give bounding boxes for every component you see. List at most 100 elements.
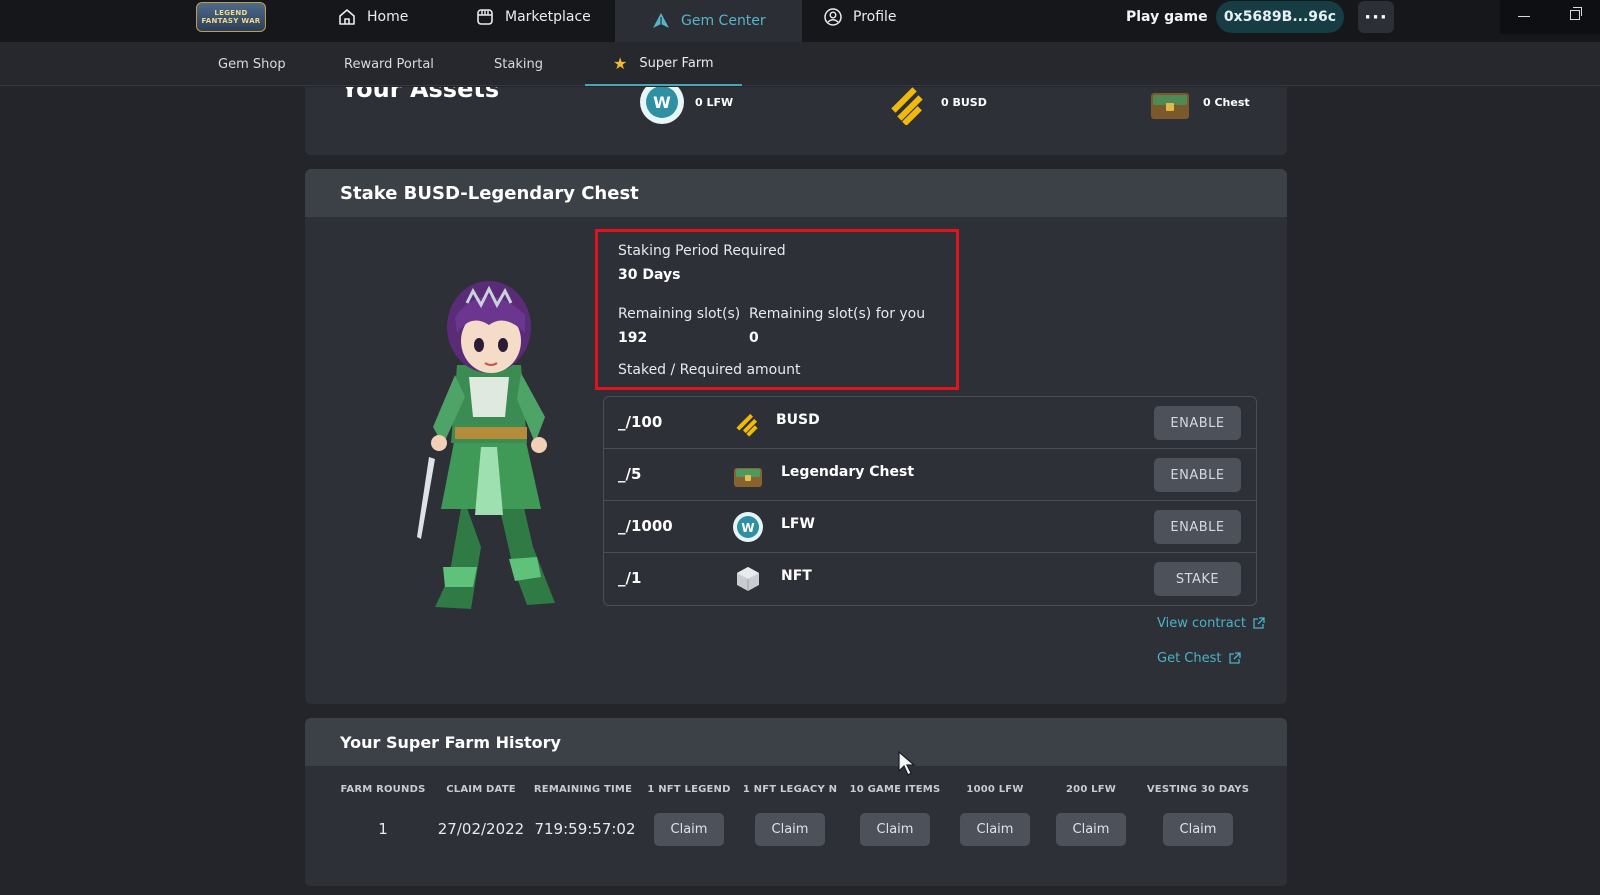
- claim-1-nft-legacy-button[interactable]: Claim: [755, 813, 825, 846]
- legendary-chest-icon: [734, 468, 762, 487]
- claim-1-nft-legend-button[interactable]: Claim: [654, 813, 724, 846]
- external-link-icon: [1253, 617, 1265, 629]
- legendary-chest-token-label: Legendary Chest: [781, 464, 915, 480]
- get-chest-link[interactable]: Get Chest: [1157, 651, 1241, 666]
- hero-character-illustration: [417, 281, 555, 609]
- play-game-link[interactable]: Play game: [1126, 9, 1208, 25]
- get-chest-label: Get Chest: [1157, 651, 1222, 666]
- tab-super-farm-label: Super Farm: [639, 55, 714, 71]
- stake-nft-button[interactable]: STAKE: [1154, 562, 1241, 596]
- nft-token-label: NFT: [781, 568, 812, 584]
- stake-row-lfw: _/1000 W LFW ENABLE: [604, 501, 1256, 553]
- history-remaining-time: 719:59:57:02: [534, 820, 636, 838]
- enable-lfw-button[interactable]: ENABLE: [1154, 510, 1241, 544]
- lfw-amount: _/1000: [618, 517, 673, 535]
- history-claim-date: 27/02/2022: [437, 820, 525, 838]
- profile-icon: [824, 8, 842, 26]
- restore-window-icon[interactable]: [1570, 7, 1582, 20]
- asset-chest: 0 Chest: [1147, 87, 1250, 125]
- nft-amount: _/1: [618, 569, 642, 587]
- staking-info-highlight: Staking Period Required 30 Days Remainin…: [595, 229, 959, 390]
- tab-staking[interactable]: Staking: [494, 42, 543, 86]
- col-10-game-items: 10 GAME ITEMS: [849, 784, 941, 795]
- remaining-slots-you-value: 0: [749, 330, 759, 346]
- col-farm-rounds: FARM ROUNDS: [340, 784, 426, 795]
- nav-profile[interactable]: Profile: [823, 0, 897, 34]
- nav-gem-center-label: Gem Center: [681, 13, 766, 29]
- home-icon: [339, 9, 355, 25]
- game-logo[interactable]: LEGEND FANTASY WAR: [196, 2, 266, 32]
- staked-required-label: Staked / Required amount: [618, 362, 801, 378]
- col-1000-lfw: 1000 LFW: [966, 784, 1024, 795]
- asset-lfw: W 0 LFW: [639, 87, 733, 125]
- col-1-nft-legacy: 1 NFT LEGACY N: [742, 784, 838, 795]
- nft-icon: [737, 567, 759, 591]
- nav-marketplace-label: Marketplace: [505, 9, 591, 25]
- staking-period-label: Staking Period Required: [618, 243, 786, 259]
- history-title: Your Super Farm History: [305, 718, 1287, 766]
- nav-profile-label: Profile: [853, 9, 897, 25]
- gem-center-subnav: Gem Shop Reward Portal Staking ★ Super F…: [0, 42, 1600, 86]
- tab-reward-portal-label: Reward Portal: [344, 56, 434, 72]
- remaining-slots-you-label: Remaining slot(s) for you: [749, 306, 926, 322]
- top-navigation-bar: LEGEND FANTASY WAR Home Marketplace Gem …: [0, 0, 1600, 42]
- svg-text:W: W: [653, 93, 671, 112]
- claim-10-game-items-button[interactable]: Claim: [860, 813, 930, 846]
- col-1-nft-legend: 1 NFT LEGEND: [647, 784, 731, 795]
- super-farm-history-panel: Your Super Farm History FARM ROUNDS CLAI…: [305, 718, 1287, 886]
- star-icon: ★: [613, 53, 628, 73]
- minimize-icon[interactable]: [1518, 16, 1530, 17]
- col-vesting-30-days: VESTING 30 DAYS: [1146, 784, 1250, 795]
- claim-200-lfw-button[interactable]: Claim: [1056, 813, 1126, 846]
- col-200-lfw: 200 LFW: [1066, 784, 1116, 795]
- window-controls: [1500, 0, 1600, 34]
- asset-chest-amount: 0 Chest: [1203, 95, 1250, 109]
- logo-line-2: FANTASY WAR: [201, 17, 261, 25]
- more-options-button[interactable]: ···: [1358, 1, 1394, 33]
- asset-busd: 0 BUSD: [885, 87, 987, 125]
- nav-home-label: Home: [367, 9, 409, 25]
- claim-1000-lfw-button[interactable]: Claim: [960, 813, 1030, 846]
- enable-legendary-chest-button[interactable]: ENABLE: [1154, 458, 1241, 492]
- legendary-chest-amount: _/5: [618, 465, 642, 483]
- asset-busd-amount: 0 BUSD: [941, 95, 987, 109]
- logo-line-1: LEGEND: [214, 9, 248, 17]
- tab-gem-shop[interactable]: Gem Shop: [218, 42, 286, 86]
- history-round: 1: [378, 820, 388, 838]
- stake-requirements-table: _/100 BUSD ENABLE _/5 Legendary Chest EN…: [603, 396, 1257, 606]
- external-link-icon: [1228, 652, 1241, 664]
- asset-lfw-amount: 0 LFW: [695, 95, 734, 109]
- nav-gem-center[interactable]: Gem Center: [615, 0, 802, 42]
- remaining-slots-value: 192: [618, 330, 648, 346]
- busd-token-label: BUSD: [776, 412, 820, 428]
- col-claim-date: CLAIM DATE: [446, 784, 516, 795]
- your-assets-panel: Your Assets W 0 LFW 0 BUSD 0 Chest: [305, 87, 1287, 155]
- tab-staking-label: Staking: [494, 56, 543, 72]
- claim-vesting-30-days-button[interactable]: Claim: [1163, 813, 1233, 846]
- staking-period-value: 30 Days: [618, 267, 681, 283]
- stake-row-nft: _/1 NFT STAKE: [604, 553, 1256, 605]
- gem-center-icon: [653, 13, 669, 28]
- view-contract-label: View contract: [1157, 616, 1246, 631]
- tab-reward-portal[interactable]: Reward Portal: [344, 42, 434, 86]
- marketplace-icon: [477, 9, 493, 25]
- chest-icon: [1151, 93, 1189, 119]
- busd-coin-icon: [891, 87, 923, 125]
- view-contract-link[interactable]: View contract: [1157, 616, 1265, 631]
- stake-panel-title: Stake BUSD-Legendary Chest: [305, 169, 1287, 217]
- wallet-address-button[interactable]: 0x5689B...96c: [1216, 1, 1344, 33]
- remaining-slots-label: Remaining slot(s): [618, 306, 741, 322]
- enable-busd-button[interactable]: ENABLE: [1154, 406, 1241, 440]
- tab-super-farm[interactable]: ★ Super Farm: [585, 42, 742, 86]
- assets-title: Your Assets: [341, 87, 500, 103]
- stake-row-busd: _/100 BUSD ENABLE: [604, 397, 1256, 449]
- tab-gem-shop-label: Gem Shop: [218, 56, 286, 72]
- busd-icon: [736, 413, 758, 437]
- stake-panel: Stake BUSD-Legendary Chest Staking Perio…: [305, 169, 1287, 704]
- nav-home[interactable]: Home: [337, 0, 408, 34]
- nav-marketplace[interactable]: Marketplace: [475, 0, 591, 34]
- lfw-token-label: LFW: [781, 516, 815, 532]
- mouse-cursor-icon: [898, 751, 916, 776]
- busd-amount: _/100: [618, 413, 663, 431]
- stake-row-legendary-chest: _/5 Legendary Chest ENABLE: [604, 449, 1256, 501]
